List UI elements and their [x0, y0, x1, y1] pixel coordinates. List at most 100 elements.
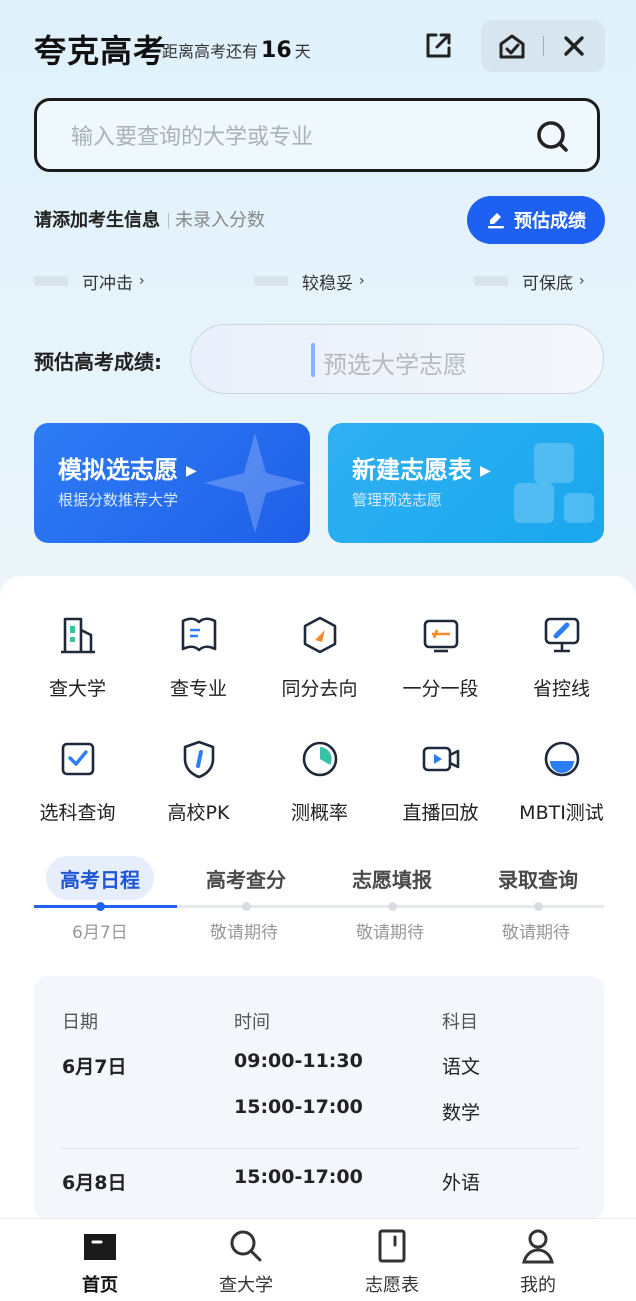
- score-status: 未录入分数: [175, 210, 265, 231]
- chevron-right-icon: ›: [139, 273, 145, 289]
- tool-score-segment[interactable]: 一分一段: [380, 614, 501, 701]
- book-icon: [181, 617, 216, 652]
- card-subtitle: 管理预选志愿: [352, 491, 443, 509]
- card-subtitle: 根据分数推荐大学: [58, 491, 179, 509]
- level-match[interactable]: 较稳妥 ›: [254, 270, 365, 294]
- card-title: 新建志愿表 ▶: [352, 456, 491, 484]
- bowl-icon: [544, 741, 579, 777]
- tab-admission-query[interactable]: 录取查询: [498, 864, 578, 893]
- level-bar: [34, 276, 68, 286]
- tab-application[interactable]: 志愿填报: [352, 864, 432, 893]
- timeline-dot: [388, 902, 397, 911]
- share-button[interactable]: [420, 28, 456, 64]
- tool-label: 选科查询: [39, 802, 116, 824]
- play-arrow-icon: ▶: [186, 463, 197, 479]
- star-decoration-icon: [204, 433, 306, 533]
- user-icon: [522, 1229, 554, 1264]
- estimate-score-button[interactable]: 预估成绩: [467, 196, 605, 244]
- timeline-dot: [242, 902, 251, 911]
- search-icon: [230, 1230, 262, 1262]
- nav-label: 首页: [82, 1275, 118, 1296]
- add-student-info-link[interactable]: 请添加考生信息: [34, 210, 160, 231]
- tool-label: MBTI测试: [519, 802, 604, 824]
- nav-profile[interactable]: 我的: [478, 1227, 598, 1297]
- monitor-icon: [544, 617, 579, 653]
- score-segment-icon: [423, 619, 458, 653]
- tool-label: 直播回放: [402, 802, 479, 824]
- pie-icon: [302, 741, 337, 777]
- nav-home[interactable]: 首页: [40, 1227, 160, 1297]
- tool-label: 测概率: [290, 802, 348, 824]
- tool-label: 省控线: [532, 678, 590, 700]
- video-icon: [422, 746, 459, 772]
- tool-mbti[interactable]: MBTI测试: [501, 738, 622, 825]
- bottom-navigation: 首页 查大学 志愿表 我的: [0, 1218, 636, 1301]
- search-input[interactable]: [69, 119, 513, 155]
- timeline-date: 敬请期待: [502, 923, 570, 943]
- schedule-date: 6月8日: [62, 1172, 127, 1194]
- countdown-days: 16: [261, 38, 292, 63]
- schedule-time: 15:00-17:00: [234, 1096, 363, 1118]
- tool-college-pk[interactable]: 高校PK: [138, 738, 259, 825]
- grid-decoration-icon: [514, 443, 594, 523]
- tab-exam-schedule[interactable]: 高考日程: [46, 856, 154, 900]
- chevron-right-icon: ›: [579, 273, 585, 289]
- countdown-prefix: 距离高考还有: [162, 42, 259, 61]
- exam-schedule-table: 日期 时间 科目 6月7日 09:00-11:30 语文 15:00-17:00…: [34, 976, 604, 1220]
- timeline-date: 敬请期待: [356, 923, 424, 943]
- checkbox-icon: [61, 742, 94, 776]
- level-safety[interactable]: 可保底 ›: [474, 270, 585, 294]
- capsule-divider: [543, 36, 544, 56]
- play-arrow-icon: ▶: [480, 463, 491, 479]
- search-box[interactable]: [34, 98, 600, 172]
- schedule-time: 15:00-17:00: [234, 1166, 363, 1188]
- nav-label: 查大学: [219, 1275, 273, 1296]
- tool-same-score[interactable]: 同分去向: [259, 614, 380, 701]
- preselect-text: 预选大学志愿: [323, 351, 467, 379]
- close-icon[interactable]: [563, 35, 585, 57]
- building-icon: [60, 617, 95, 654]
- tool-label: 查专业: [169, 678, 227, 700]
- row-divider: [60, 1148, 580, 1149]
- tool-university[interactable]: 查大学: [17, 614, 138, 701]
- level-bar: [254, 276, 288, 286]
- text-cursor: [311, 343, 315, 377]
- nav-application-table[interactable]: 志愿表: [332, 1227, 452, 1297]
- timeline-dot: [96, 902, 105, 911]
- info-divider: [168, 213, 169, 229]
- level-label: 可保底: [522, 273, 573, 294]
- timeline-date: 敬请期待: [210, 923, 278, 943]
- tool-live-replay[interactable]: 直播回放: [380, 738, 501, 825]
- tab-score-query[interactable]: 高考查分: [206, 864, 286, 893]
- home-icon: [84, 1234, 116, 1260]
- nav-search-university[interactable]: 查大学: [186, 1227, 306, 1297]
- shield-icon: [183, 740, 214, 779]
- tool-label: 高校PK: [167, 802, 230, 824]
- schedule-subject: 语文: [442, 1056, 481, 1078]
- chevron-right-icon: ›: [359, 273, 365, 289]
- tool-probability[interactable]: 测概率: [259, 738, 380, 825]
- nav-label: 我的: [520, 1275, 556, 1296]
- level-reach[interactable]: 可冲击 ›: [34, 270, 145, 294]
- new-table-card[interactable]: 新建志愿表 ▶ 管理预选志愿: [328, 423, 604, 543]
- document-icon: [378, 1229, 406, 1263]
- card-title: 模拟选志愿 ▶: [58, 456, 197, 484]
- window-capsule: [481, 20, 605, 72]
- tool-major[interactable]: 查专业: [138, 614, 259, 701]
- estimate-score-label: 预估高考成绩:: [34, 350, 162, 374]
- simulate-choice-card[interactable]: 模拟选志愿 ▶ 根据分数推荐大学: [34, 423, 310, 543]
- tool-subject-query[interactable]: 选科查询: [17, 738, 138, 825]
- nav-label: 志愿表: [365, 1275, 419, 1296]
- estimate-score-label: 预估成绩: [514, 211, 586, 231]
- app-title: 夸克高考: [34, 32, 167, 70]
- tool-label: 一分一段: [402, 678, 479, 700]
- timeline-date: 6月7日: [72, 923, 128, 943]
- student-info[interactable]: 请添加考生信息 未录入分数: [34, 206, 265, 232]
- preselect-university-button[interactable]: 预选大学志愿: [190, 324, 604, 394]
- level-bar: [474, 276, 508, 286]
- search-icon[interactable]: [533, 117, 573, 157]
- favorite-icon[interactable]: [497, 32, 527, 62]
- level-label: 可冲击: [82, 273, 133, 294]
- tool-label: 查大学: [48, 678, 106, 700]
- tool-control-line[interactable]: 省控线: [501, 614, 622, 701]
